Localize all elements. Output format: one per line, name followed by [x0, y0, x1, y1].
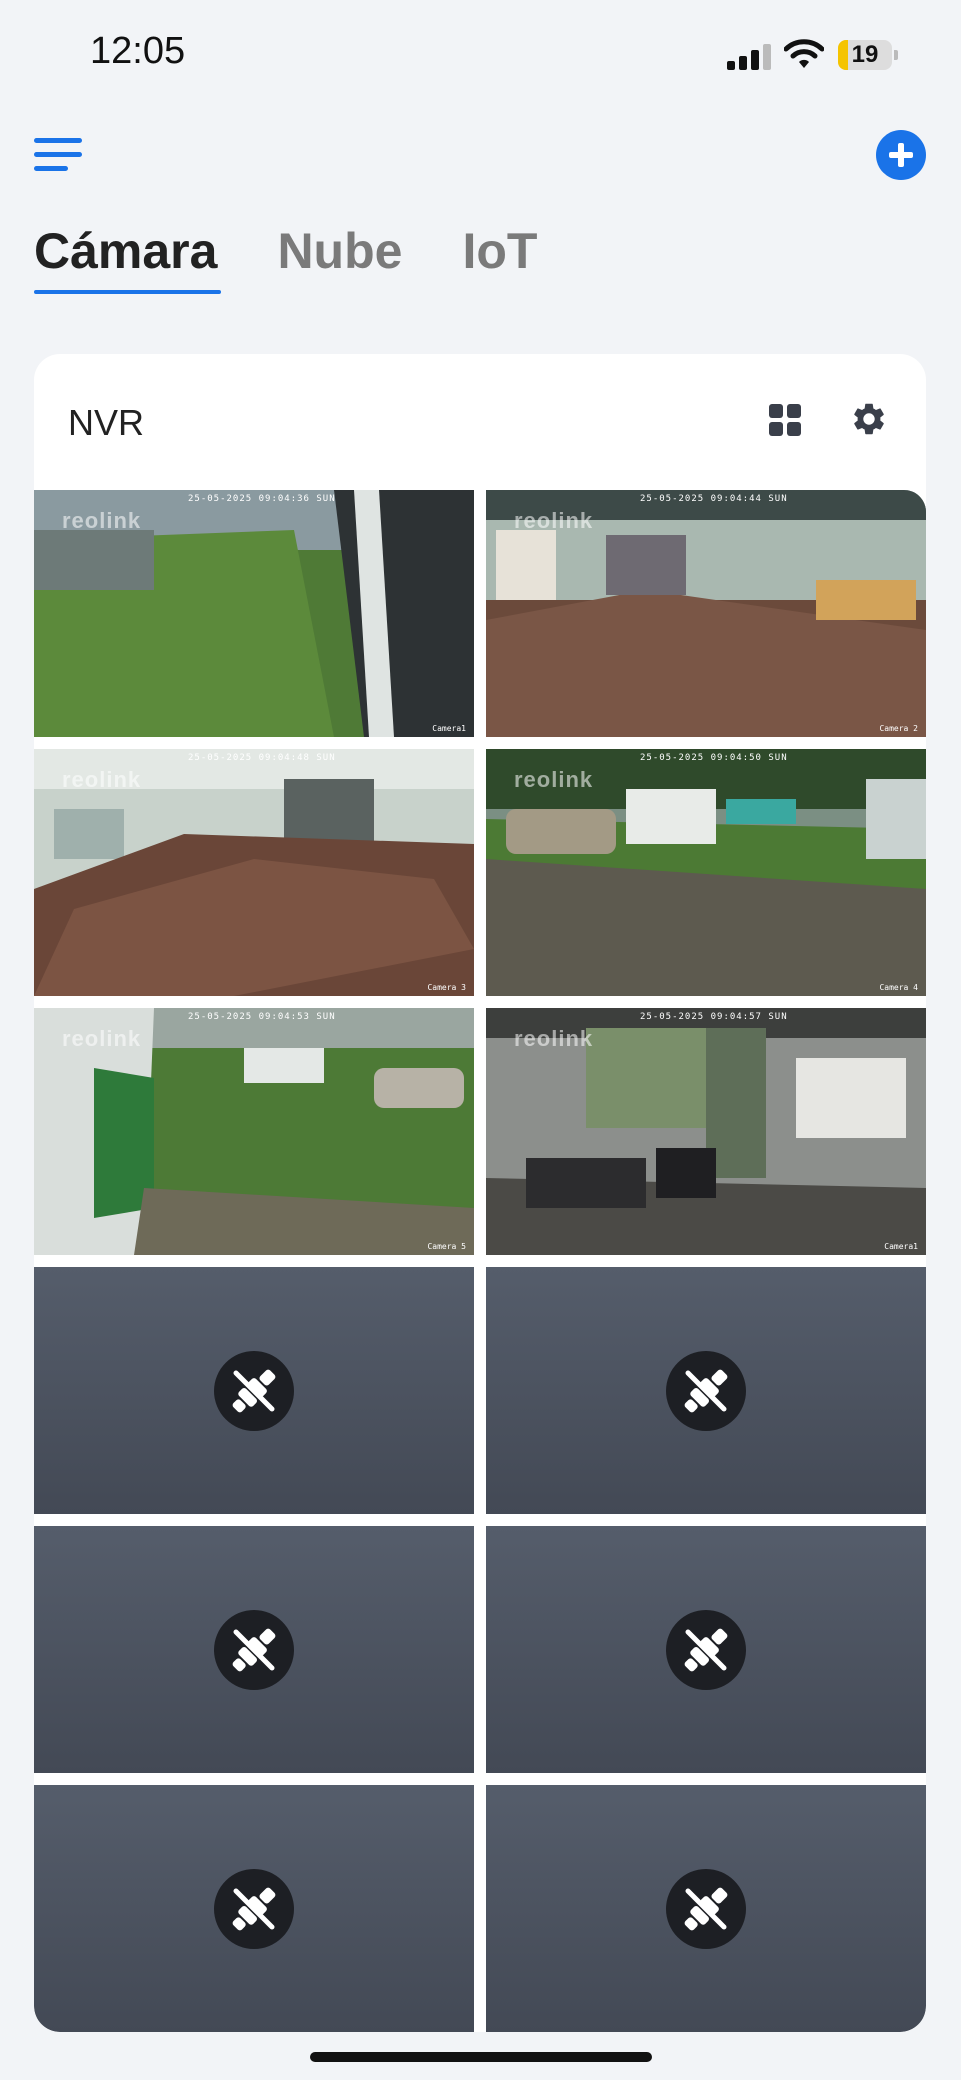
camera-tile-offline[interactable] [486, 1785, 926, 2032]
camera-tile-offline[interactable] [34, 1267, 474, 1514]
camera-tile-live[interactable]: reolink 25-05-2025 09:04:57 SUN Camera1 [486, 1008, 926, 1255]
disconnected-plug-icon [214, 1351, 294, 1431]
cellular-signal-icon [727, 44, 771, 70]
disconnected-plug-icon [214, 1610, 294, 1690]
tab-camera[interactable]: Cámara [34, 222, 222, 294]
battery-percent: 19 [851, 41, 879, 68]
disconnected-plug-icon [666, 1610, 746, 1690]
osd-camera-label: Camera 3 [427, 983, 466, 992]
grid-view-icon[interactable] [769, 404, 801, 436]
camera-tile-live[interactable]: reolink 25-05-2025 09:04:44 SUN Camera 2 [486, 490, 926, 737]
battery-cap [894, 50, 898, 60]
wifi-icon [784, 39, 824, 68]
osd-camera-label: Camera 5 [427, 1242, 466, 1251]
watermark-logo: reolink [62, 767, 142, 792]
watermark-logo: reolink [62, 1026, 142, 1051]
add-device-button[interactable] [876, 130, 926, 180]
osd-camera-label: Camera1 [432, 724, 466, 733]
disconnected-plug-icon [666, 1869, 746, 1949]
camera-tile-offline[interactable] [34, 1526, 474, 1773]
settings-gear-icon[interactable] [850, 400, 888, 438]
tab-iot[interactable]: IoT [462, 222, 537, 280]
osd-camera-label: Camera 2 [879, 724, 918, 733]
home-indicator [310, 2052, 652, 2062]
watermark-logo: reolink [62, 508, 142, 533]
osd-timestamp: 25-05-2025 09:04:44 SUN [640, 494, 788, 504]
camera-tile-live[interactable]: reolink 25-05-2025 09:04:50 SUN Camera 4 [486, 749, 926, 996]
watermark-logo: reolink [514, 767, 594, 792]
camera-tile-offline[interactable] [34, 1785, 474, 2032]
camera-tile-offline[interactable] [486, 1526, 926, 1773]
osd-timestamp: 25-05-2025 09:04:57 SUN [640, 1012, 788, 1022]
device-card: NVR reolink 25-05-2025 09:04:36 SUN Camera… [34, 354, 926, 2032]
osd-timestamp: 25-05-2025 09:04:50 SUN [640, 753, 788, 763]
osd-timestamp: 25-05-2025 09:04:53 SUN [188, 1012, 336, 1022]
disconnected-plug-icon [214, 1869, 294, 1949]
camera-tile-live[interactable]: reolink 25-05-2025 09:04:48 SUN Camera 3 [34, 749, 474, 996]
watermark-logo: reolink [514, 508, 594, 533]
osd-camera-label: Camera1 [884, 1242, 918, 1251]
osd-camera-label: Camera 4 [879, 983, 918, 992]
tab-bar: Cámara Nube IoT [34, 222, 537, 294]
watermark-logo: reolink [514, 1026, 594, 1051]
camera-tile-live[interactable]: reolink 25-05-2025 09:04:53 SUN Camera 5 [34, 1008, 474, 1255]
disconnected-plug-icon [666, 1351, 746, 1431]
osd-timestamp: 25-05-2025 09:04:36 SUN [188, 494, 336, 504]
battery-icon: 19 [838, 40, 892, 70]
device-name[interactable]: NVR [68, 402, 144, 444]
menu-button[interactable] [34, 138, 82, 174]
camera-tile-live[interactable]: reolink 25-05-2025 09:04:36 SUN Camera1 [34, 490, 474, 737]
camera-tile-offline[interactable] [486, 1267, 926, 1514]
osd-timestamp: 25-05-2025 09:04:48 SUN [188, 753, 336, 763]
tab-cloud[interactable]: Nube [277, 222, 402, 280]
status-time: 12:05 [90, 30, 186, 72]
camera-list-screen: 12:05 19 Cámara Nube IoT NVR reolink 25-… [0, 0, 961, 2080]
